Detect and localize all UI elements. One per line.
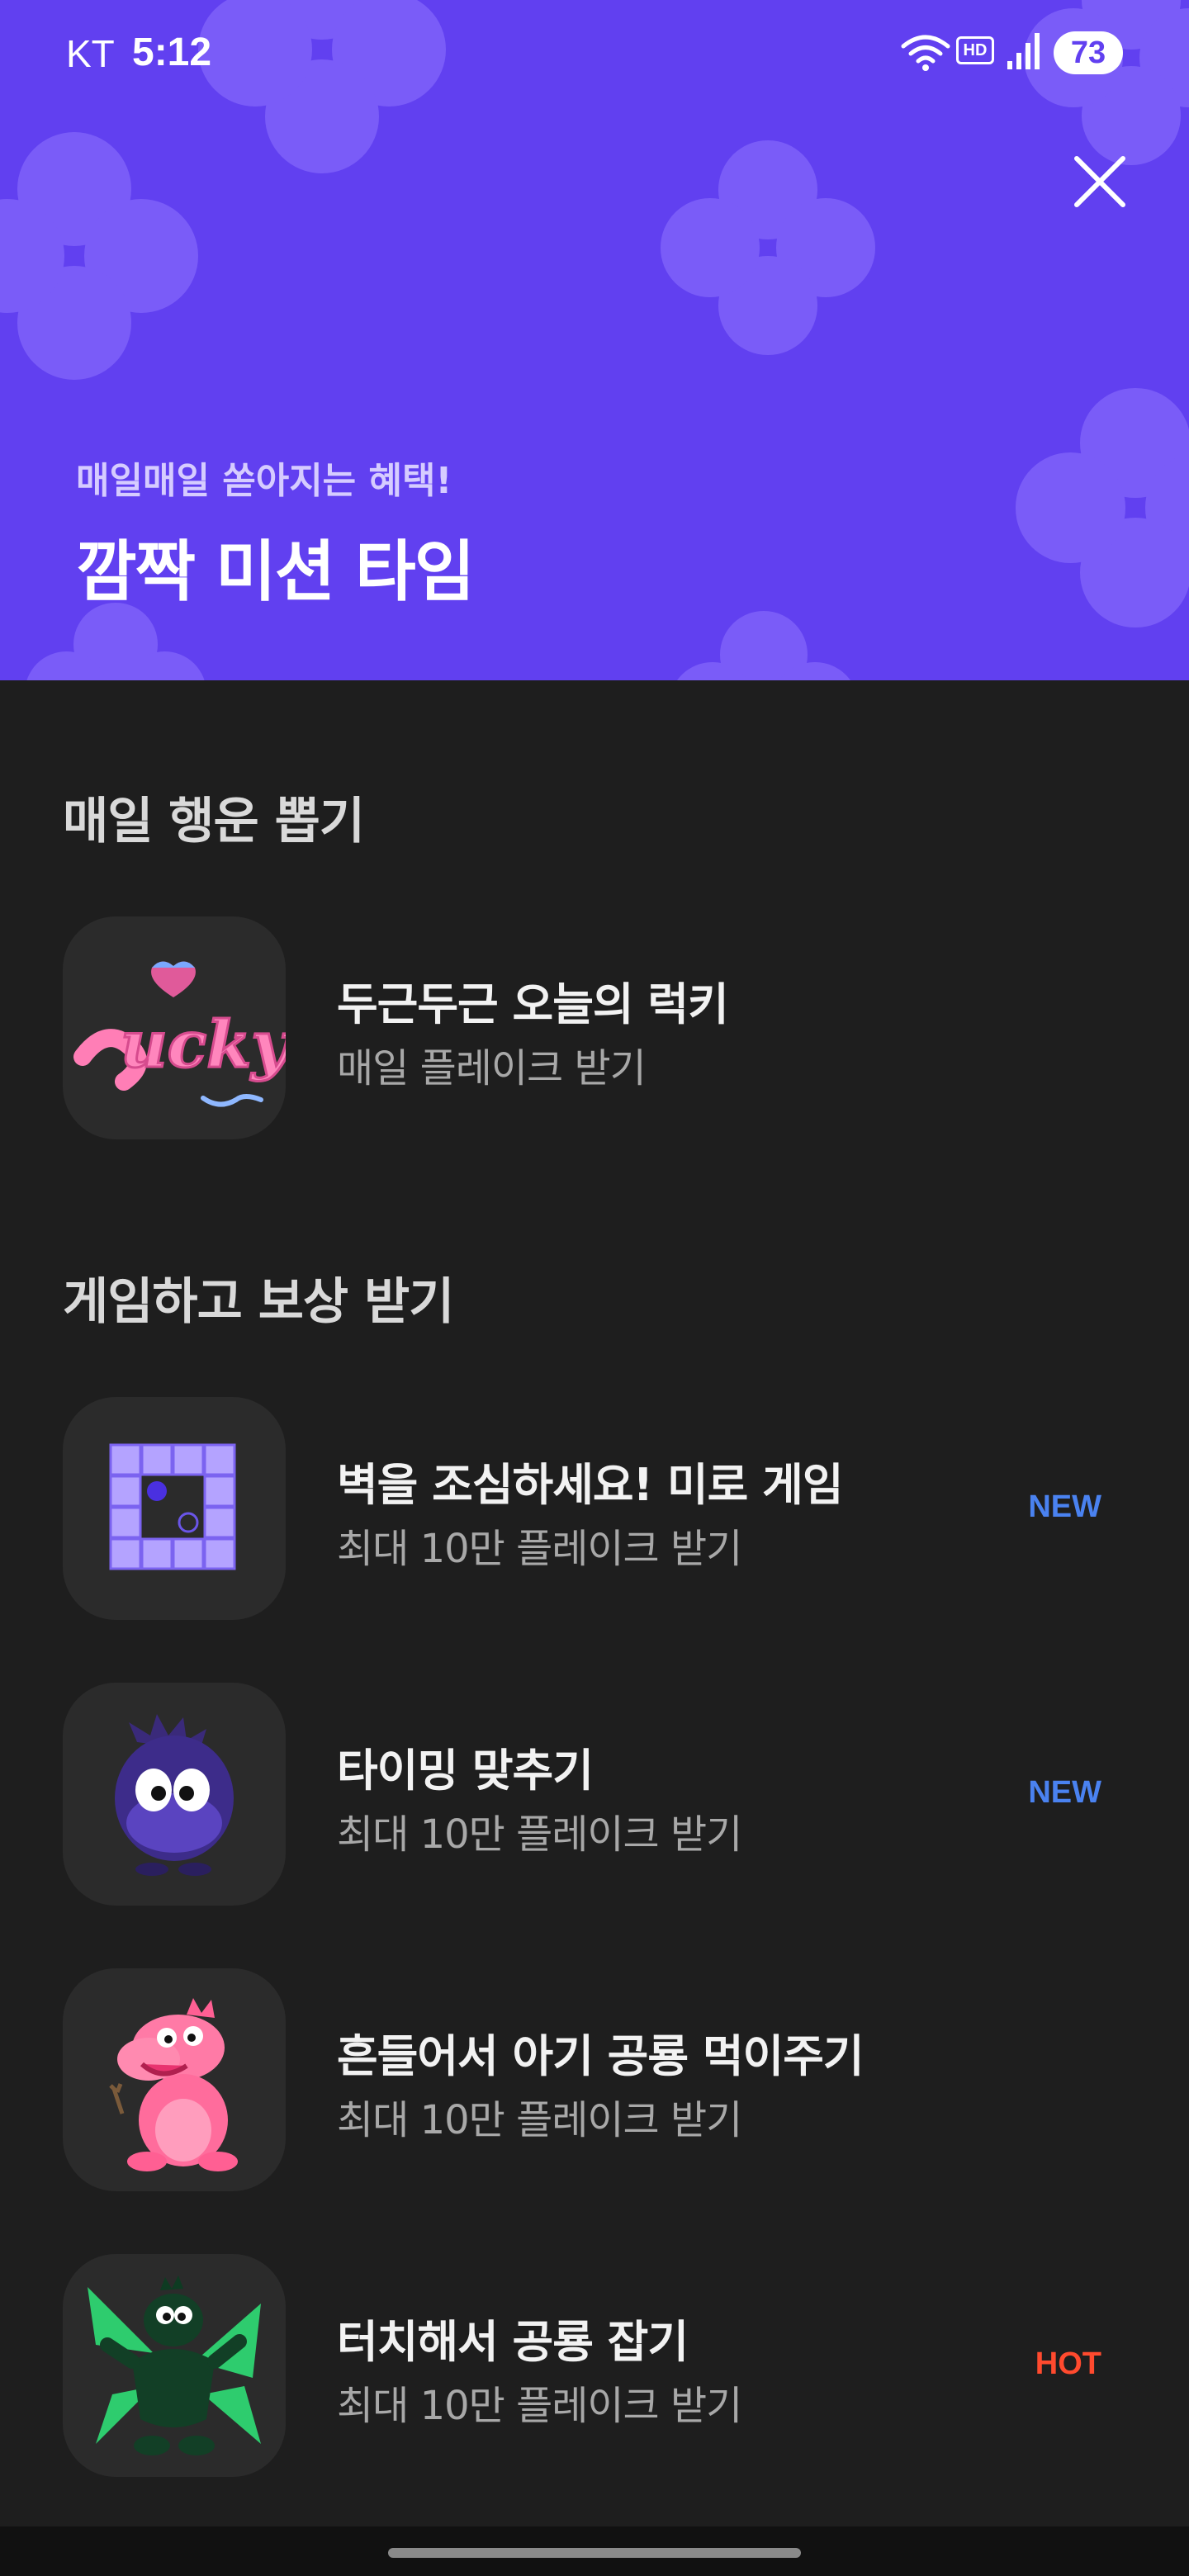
item-title: 타이밍 맞추기	[337, 1745, 594, 1797]
carrier-label: KT	[66, 32, 115, 75]
green-dinosaur-icon	[63, 2254, 286, 2477]
item-subtitle: 최대 10만 플레이크 받기	[337, 1811, 742, 1858]
item-subtitle: 최대 10만 플레이크 받기	[337, 2383, 742, 2429]
item-title: 터치해서 공룡 잡기	[337, 2316, 689, 2368]
svg-text:ucky: ucky	[121, 1007, 286, 1082]
maze-icon	[63, 1397, 286, 1620]
purple-monster-icon	[63, 1683, 286, 1906]
clover-decoration-icon	[661, 140, 875, 355]
clover-decoration-icon	[0, 132, 198, 380]
hot-badge: HOT	[1035, 2346, 1101, 2381]
status-bar: KT 5:12 HD 73	[0, 0, 1189, 107]
section-title-daily-luck: 매일 행운 뽑기	[63, 793, 365, 850]
item-title: 두근두근 오늘의 럭키	[337, 978, 729, 1030]
list-item-maze-game[interactable]: 벽을 조심하세요! 미로 게임 최대 10만 플레이크 받기 NEW	[0, 1397, 1189, 1622]
home-indicator[interactable]	[388, 2548, 801, 2558]
new-badge: NEW	[1028, 1489, 1101, 1524]
new-badge: NEW	[1028, 1775, 1101, 1810]
list-item-feed-dinosaur-game[interactable]: 흔들어서 아기 공룡 먹이주기 최대 10만 플레이크 받기	[0, 1968, 1189, 2193]
wifi-icon	[901, 35, 950, 71]
clover-decoration-icon	[25, 603, 206, 680]
hero-banner: KT 5:12 HD 73 매일매일 쏟아지는 혜택! 깜짝 미션 타임	[0, 0, 1189, 680]
item-subtitle: 최대 10만 플레이크 받기	[337, 2097, 742, 2143]
item-subtitle: 매일 플레이크 받기	[337, 1045, 647, 1091]
close-button[interactable]	[1065, 147, 1135, 216]
hd-voice-badge: HD	[956, 36, 994, 64]
section-title-games: 게임하고 보상 받기	[63, 1273, 454, 1331]
clover-decoration-icon	[1016, 388, 1189, 627]
item-subtitle: 최대 10만 플레이크 받기	[337, 1526, 742, 1572]
item-title: 벽을 조심하세요! 미로 게임	[337, 1459, 844, 1511]
status-time: 5:12	[132, 31, 212, 74]
list-item-catch-dinosaur-game[interactable]: 터치해서 공룡 잡기 최대 10만 플레이크 받기 HOT	[0, 2254, 1189, 2479]
hero-subtitle: 매일매일 쏟아지는 혜택!	[76, 460, 452, 502]
lucky-logo-icon: ucky	[63, 916, 286, 1139]
pink-dinosaur-icon	[63, 1968, 286, 2191]
clover-decoration-icon	[669, 611, 859, 680]
item-title: 흔들어서 아기 공룡 먹이주기	[337, 2030, 865, 2082]
hero-title: 깜짝 미션 타임	[76, 533, 475, 610]
signal-icon	[1007, 33, 1040, 69]
close-icon	[1074, 156, 1125, 207]
list-item-lucky[interactable]: ucky 두근두근 오늘의 럭키 매일 플레이크 받기	[0, 916, 1189, 1141]
battery-indicator: 73	[1054, 31, 1123, 74]
list-item-timing-game[interactable]: 타이밍 맞추기 최대 10만 플레이크 받기 NEW	[0, 1683, 1189, 1907]
